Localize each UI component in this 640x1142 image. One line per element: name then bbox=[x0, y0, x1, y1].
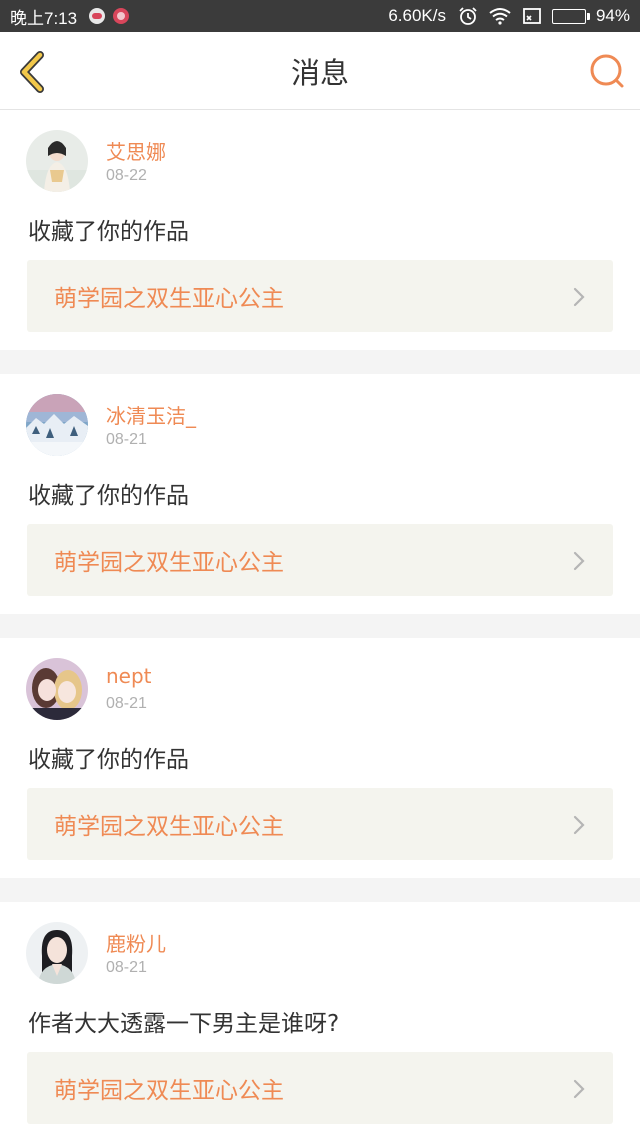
app-header: 消息 bbox=[0, 32, 640, 110]
username[interactable]: 艾思娜 bbox=[106, 136, 166, 165]
avatar[interactable] bbox=[26, 130, 88, 192]
work-link[interactable]: 萌学园之双生亚心公主 bbox=[27, 524, 613, 596]
message-text: 收藏了你的作品 bbox=[28, 483, 189, 509]
search-button[interactable] bbox=[588, 52, 626, 90]
back-button[interactable] bbox=[14, 50, 54, 94]
message-list: 艾思娜 08-22 收藏了你的作品 萌学园之双生亚心公主 冰清玉洁_ 08-21… bbox=[0, 110, 640, 1142]
search-icon bbox=[590, 54, 624, 88]
message-text: 收藏了你的作品 bbox=[28, 219, 189, 245]
work-link[interactable]: 萌学园之双生亚心公主 bbox=[27, 260, 613, 332]
message-card: 鹿粉儿 08-21 作者大大透露一下男主是谁呀? 萌学园之双生亚心公主 bbox=[0, 902, 640, 1142]
chevron-right-icon bbox=[573, 287, 585, 307]
work-title: 萌学园之双生亚心公主 bbox=[54, 286, 284, 312]
battery-percent: 94% bbox=[595, 6, 630, 25]
app-notification-icon bbox=[113, 8, 130, 24]
message-text: 作者大大透露一下男主是谁呀? bbox=[28, 1011, 340, 1037]
message-text: 收藏了你的作品 bbox=[28, 747, 189, 773]
work-link[interactable]: 萌学园之双生亚心公主 bbox=[27, 788, 613, 860]
username[interactable]: 鹿粉儿 bbox=[106, 928, 166, 957]
app-notification-icon bbox=[89, 8, 106, 24]
username[interactable]: nept bbox=[106, 664, 152, 688]
avatar[interactable] bbox=[26, 394, 88, 456]
work-link[interactable]: 萌学园之双生亚心公主 bbox=[27, 1052, 613, 1124]
message-date: 08-22 bbox=[106, 167, 147, 184]
status-time: 晚上7:13 bbox=[10, 8, 78, 28]
battery-icon bbox=[551, 8, 590, 24]
message-card: 艾思娜 08-22 收藏了你的作品 萌学园之双生亚心公主 bbox=[0, 110, 640, 350]
avatar[interactable] bbox=[26, 922, 88, 984]
chevron-left-icon bbox=[20, 51, 44, 93]
divider bbox=[0, 614, 640, 638]
username[interactable]: 冰清玉洁_ bbox=[106, 400, 196, 429]
page-title: 消息 bbox=[290, 56, 349, 90]
divider bbox=[0, 878, 640, 902]
message-card: nept 08-21 收藏了你的作品 萌学园之双生亚心公主 bbox=[0, 638, 640, 878]
cast-icon bbox=[522, 7, 542, 25]
message-card: 冰清玉洁_ 08-21 收藏了你的作品 萌学园之双生亚心公主 bbox=[0, 374, 640, 614]
wifi-icon bbox=[488, 7, 512, 25]
work-title: 萌学园之双生亚心公主 bbox=[54, 814, 284, 840]
message-date: 08-21 bbox=[106, 431, 147, 448]
message-date: 08-21 bbox=[106, 695, 147, 712]
divider bbox=[0, 350, 640, 374]
chevron-right-icon bbox=[573, 815, 585, 835]
work-title: 萌学园之双生亚心公主 bbox=[54, 1078, 284, 1104]
alarm-icon bbox=[458, 6, 478, 26]
status-bar: 晚上7:13 6.60K/s 94% bbox=[0, 0, 640, 32]
work-title: 萌学园之双生亚心公主 bbox=[54, 550, 284, 576]
chevron-right-icon bbox=[573, 1079, 585, 1099]
message-date: 08-21 bbox=[106, 959, 147, 976]
chevron-right-icon bbox=[573, 551, 585, 571]
network-speed: 6.60K/s bbox=[388, 6, 446, 25]
avatar[interactable] bbox=[26, 658, 88, 720]
